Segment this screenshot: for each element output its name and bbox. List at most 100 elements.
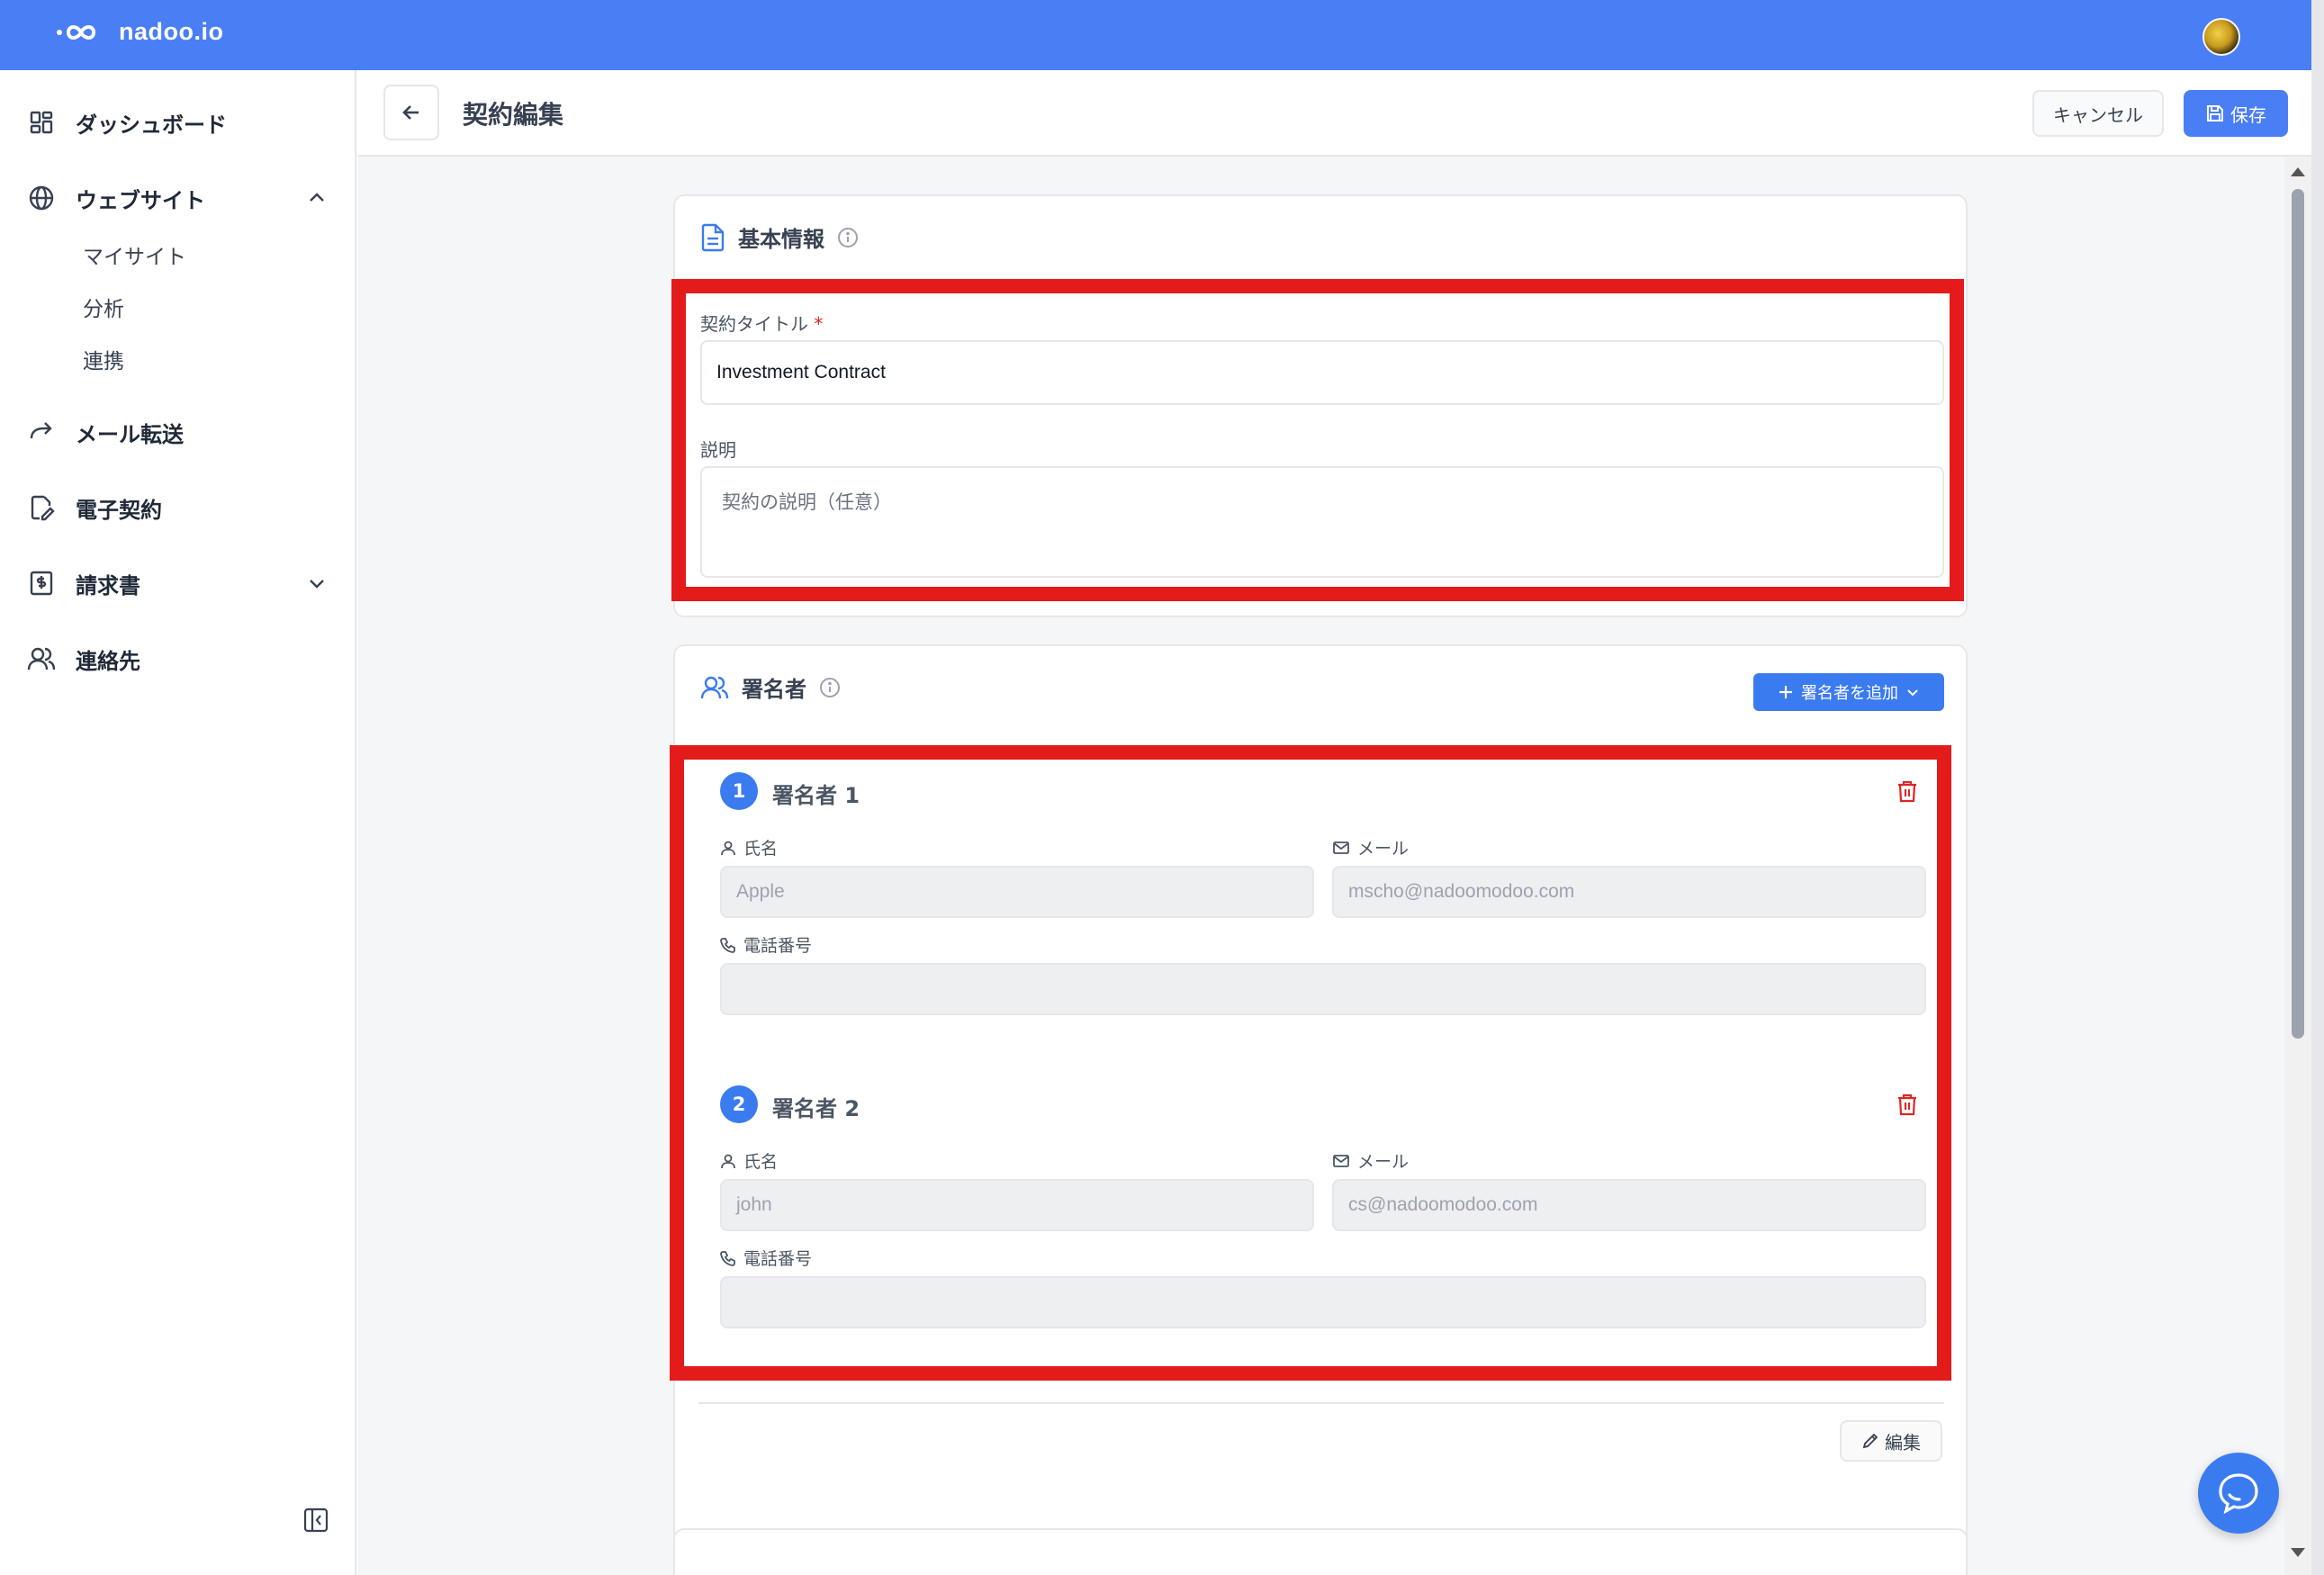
signer-email-input[interactable]: cs@nadoomodoo.com — [1332, 1179, 1926, 1231]
signer-phone-label-text: 電話番号 — [743, 936, 813, 956]
plus-icon — [1779, 686, 1792, 698]
sidebar-item-dashboard[interactable]: ダッシュボード — [27, 101, 227, 144]
signer-phone-label: 電話番号 — [720, 932, 812, 957]
info-icon[interactable] — [837, 227, 859, 248]
phone-icon — [720, 1250, 735, 1266]
trash-icon[interactable] — [1896, 1093, 1919, 1116]
edit-signers-button[interactable]: 編集 — [1840, 1420, 1942, 1462]
trash-icon[interactable] — [1896, 779, 1919, 803]
top-bar: nadoo.io — [0, 0, 2324, 70]
sidebar-collapse-icon[interactable] — [302, 1507, 329, 1534]
user-avatar[interactable] — [2202, 18, 2240, 56]
info-icon[interactable] — [819, 677, 841, 698]
app-logo[interactable]: nadoo.io — [56, 18, 223, 46]
basic-info-card: 基本情報 契約タイトル * Investment Contract 説明 契約の… — [673, 194, 1968, 617]
sidebar-subitem-integration[interactable]: 連携 — [83, 344, 124, 380]
basic-info-header: 基本情報 — [700, 221, 859, 253]
sidebar-item-label: ダッシュボード — [76, 112, 227, 138]
infinity-logo-icon — [57, 24, 96, 40]
basic-info-title: 基本情報 — [738, 227, 824, 252]
page-title: 契約編集 — [463, 100, 564, 130]
signer-email-label-text: メール — [1357, 1152, 1410, 1172]
signer-phone-input[interactable] — [720, 963, 1926, 1015]
signer-email-label-text: メール — [1357, 839, 1410, 859]
page-header: 契約編集 キャンセル 保存 — [358, 70, 2311, 157]
save-button[interactable]: 保存 — [2184, 90, 2288, 137]
required-mark: * — [814, 313, 824, 335]
forward-arrow-icon — [27, 418, 56, 446]
description-label: 説明 — [700, 439, 736, 461]
mail-icon — [1333, 1154, 1349, 1167]
window-edge — [2311, 0, 2324, 1575]
signer-name-label-text: 氏名 — [743, 1152, 779, 1172]
save-button-label: 保存 — [2230, 104, 2266, 126]
dashboard-icon — [27, 108, 56, 137]
chat-bubble-icon — [2219, 1473, 2258, 1515]
users-icon — [27, 644, 56, 673]
signer-number-badge: 1 — [720, 772, 758, 810]
signer-email-label: メール — [1332, 835, 1409, 860]
app-name: nadoo.io — [119, 18, 224, 45]
signer-email-input[interactable]: mscho@nadoomodoo.com — [1332, 866, 1926, 918]
signer-name-label: 氏名 — [720, 835, 778, 860]
user-icon — [721, 841, 735, 855]
chevron-down-icon — [1907, 689, 1918, 697]
arrow-left-icon — [402, 105, 419, 120]
signer-name-label-text: 氏名 — [743, 839, 779, 859]
scrollbar-thumb[interactable] — [2292, 189, 2304, 1039]
chevron-up-icon[interactable] — [306, 187, 328, 209]
contract-title-label: 契約タイトル * — [700, 310, 823, 336]
add-signer-label: 署名者を追加 — [1801, 684, 1898, 703]
signer-name-input[interactable]: Apple — [720, 866, 1314, 918]
divider — [698, 1402, 1944, 1404]
edit-button-label: 編集 — [1885, 1431, 1921, 1454]
main-content: 基本情報 契約タイトル * Investment Contract 説明 契約の… — [358, 157, 2284, 1575]
document-icon — [701, 223, 725, 251]
sidebar-item-e-contract[interactable]: 電子契約 — [27, 486, 162, 529]
back-button[interactable] — [383, 85, 439, 140]
contract-title-label-text: 契約タイトル — [700, 313, 808, 335]
sidebar-item-label: メール転送 — [76, 421, 184, 447]
sidebar-item-label: 連絡先 — [76, 648, 140, 674]
sidebar-item-website[interactable]: ウェブサイト — [27, 176, 205, 220]
sidebar-subitem-mysite[interactable]: マイサイト — [83, 239, 186, 275]
globe-icon — [27, 184, 56, 212]
sidebar-item-label: ウェブサイト — [76, 187, 205, 213]
description-textarea[interactable]: 契約の説明（任意） — [700, 466, 1944, 578]
sidebar-item-label: 電子契約 — [76, 497, 162, 523]
chat-button[interactable] — [2198, 1453, 2279, 1534]
signers-card: 署名者 署名者を追加 1 署名者 1 氏名 Apple メール mscho@na… — [673, 644, 1968, 1575]
save-icon — [2207, 105, 2223, 122]
cancel-button[interactable]: キャンセル — [2032, 90, 2164, 137]
signer-title: 署名者 1 — [772, 783, 860, 808]
users-icon — [700, 676, 729, 698]
add-signer-button[interactable]: 署名者を追加 — [1753, 673, 1944, 711]
document-sign-icon — [27, 493, 56, 522]
signer-number-badge: 2 — [720, 1085, 758, 1123]
scroll-up-arrow-icon[interactable] — [2291, 167, 2305, 176]
signer-name-label: 氏名 — [720, 1148, 778, 1173]
invoice-icon — [27, 569, 56, 598]
signer-title: 署名者 2 — [772, 1096, 860, 1121]
contract-title-input[interactable]: Investment Contract — [700, 340, 1944, 405]
signer-name-input[interactable]: john — [720, 1179, 1314, 1231]
signer-phone-input[interactable] — [720, 1276, 1926, 1328]
pencil-icon — [1862, 1433, 1878, 1449]
sidebar-item-invoice[interactable]: 請求書 — [27, 562, 140, 605]
sidebar-item-contacts[interactable]: 連絡先 — [27, 637, 140, 680]
next-section-card — [673, 1528, 1968, 1575]
signer-phone-label: 電話番号 — [720, 1246, 812, 1270]
signer-email-label: メール — [1332, 1148, 1409, 1173]
sidebar: ダッシュボード ウェブサイト マイサイト 分析 連携 メール転送 電子契約 請求… — [0, 70, 356, 1575]
signer-phone-label-text: 電話番号 — [743, 1249, 813, 1269]
mail-icon — [1333, 841, 1349, 854]
sidebar-item-mail-forward[interactable]: メール転送 — [27, 410, 184, 454]
sidebar-item-label: 請求書 — [76, 572, 140, 598]
user-icon — [721, 1154, 735, 1168]
phone-icon — [720, 937, 735, 953]
chevron-down-icon[interactable] — [306, 572, 328, 594]
scroll-down-arrow-icon[interactable] — [2291, 1548, 2305, 1557]
vertical-scrollbar[interactable] — [2284, 157, 2311, 1575]
signers-title: 署名者 — [742, 677, 806, 702]
sidebar-subitem-analytics[interactable]: 分析 — [83, 292, 124, 328]
